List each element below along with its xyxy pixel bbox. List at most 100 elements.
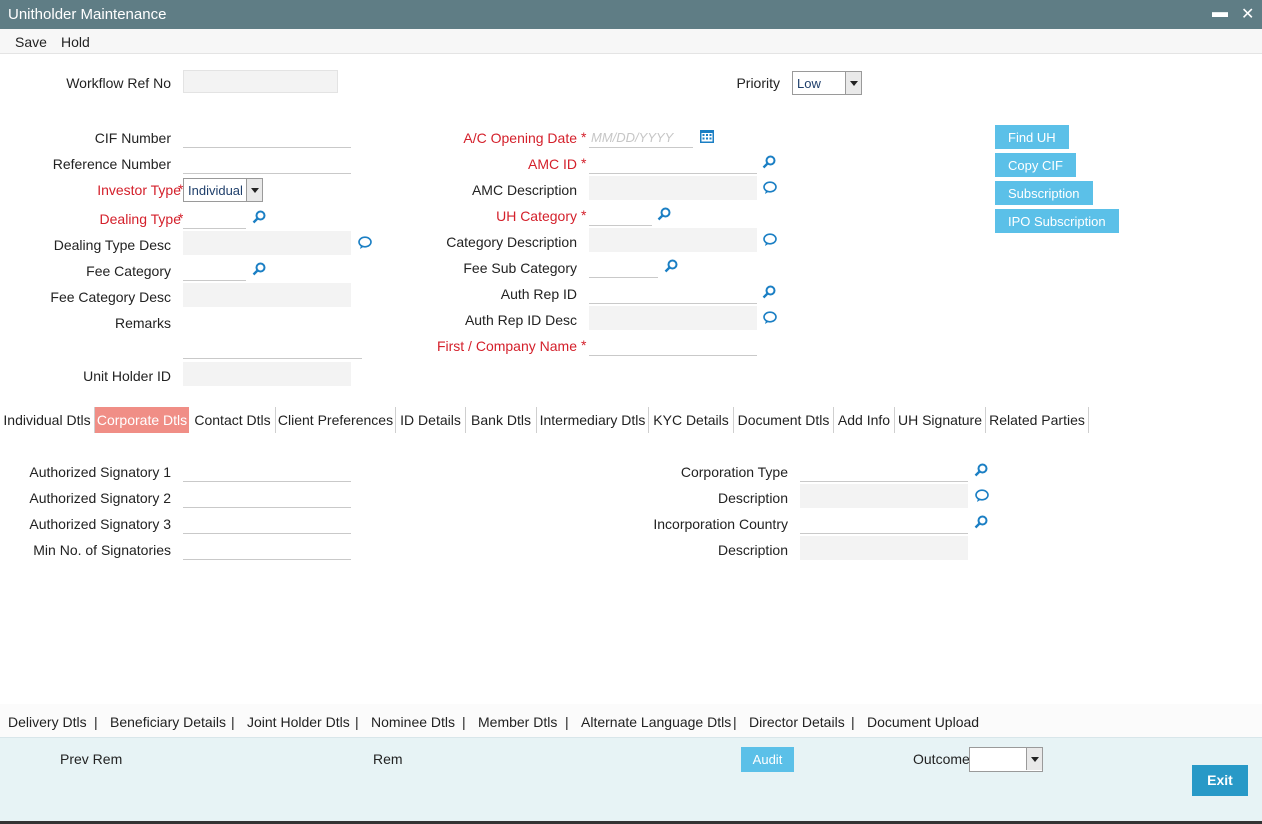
country-description-field <box>800 536 968 560</box>
director-details-link[interactable]: Director Details <box>749 714 845 730</box>
first-company-name-input[interactable] <box>589 332 757 356</box>
authorized-signatory-2-input[interactable] <box>183 484 351 508</box>
dealing-type-label: Dealing Type <box>99 211 181 227</box>
footer-panel: Prev Rem Rem Audit Outcome Exit <box>0 737 1262 824</box>
alternate-language-dtls-link[interactable]: Alternate Language Dtls <box>581 714 731 730</box>
description-icon[interactable] <box>762 180 778 196</box>
calendar-icon[interactable] <box>699 128 715 144</box>
window-titlebar: Unitholder Maintenance ▬ ✕ <box>0 0 1262 29</box>
dealing-type-input[interactable] <box>183 205 246 229</box>
cif-number-input[interactable] <box>183 124 351 148</box>
auth-rep-id-desc-field <box>589 306 757 330</box>
link-separator: | <box>565 714 569 730</box>
minimize-icon[interactable]: ▬ <box>1212 4 1228 22</box>
description-icon[interactable] <box>974 488 990 504</box>
category-description-field <box>589 228 757 252</box>
description-icon[interactable] <box>762 232 778 248</box>
min-signatories-input[interactable] <box>183 536 351 560</box>
uh-category-input[interactable] <box>589 202 652 226</box>
fee-category-input[interactable] <box>183 257 246 281</box>
tab-individual-dtls[interactable]: Individual Dtls <box>0 407 95 433</box>
link-separator: | <box>851 714 855 730</box>
uh-category-label: UH Category <box>496 208 577 224</box>
close-icon[interactable]: ✕ <box>1241 4 1254 24</box>
link-separator: | <box>94 714 98 730</box>
copy-cif-button[interactable]: Copy CIF <box>995 153 1076 177</box>
subscription-button[interactable]: Subscription <box>995 181 1093 205</box>
date-placeholder: MM/DD/YYYY <box>591 130 674 145</box>
search-icon[interactable] <box>251 261 267 277</box>
reference-number-input[interactable] <box>183 150 351 174</box>
delivery-dtls-link[interactable]: Delivery Dtls <box>8 714 87 730</box>
unit-holder-id-label: Unit Holder ID <box>83 368 171 384</box>
authorized-signatory-2-label: Authorized Signatory 2 <box>29 490 171 506</box>
corporation-description-label: Description <box>717 490 788 506</box>
corporation-type-input[interactable] <box>800 458 968 482</box>
description-icon[interactable] <box>357 235 373 251</box>
tab-client-preferences[interactable]: Client Preferences <box>276 407 396 433</box>
tab-add-info[interactable]: Add Info <box>834 407 895 433</box>
authorized-signatory-1-input[interactable] <box>183 458 351 482</box>
member-dtls-link[interactable]: Member Dtls <box>478 714 557 730</box>
audit-button[interactable]: Audit <box>741 747 794 772</box>
fee-category-desc-label: Fee Category Desc <box>50 289 171 305</box>
chevron-down-icon <box>1026 748 1042 770</box>
ac-opening-date-label: A/C Opening Date <box>463 130 577 146</box>
chevron-down-icon <box>845 72 861 94</box>
description-icon[interactable] <box>762 310 778 326</box>
tab-kyc-details[interactable]: KYC Details <box>649 407 734 433</box>
amc-description-label: AMC Description <box>471 182 577 198</box>
corporation-type-label: Corporation Type <box>680 464 788 480</box>
search-icon[interactable] <box>761 284 777 300</box>
authorized-signatory-3-input[interactable] <box>183 510 351 534</box>
dealing-type-desc-label: Dealing Type Desc <box>53 237 171 253</box>
fee-sub-category-input[interactable] <box>589 254 658 278</box>
search-icon[interactable] <box>973 514 989 530</box>
investor-type-value: Individual <box>188 183 243 198</box>
priority-value: Low <box>797 76 821 91</box>
tab-id-details[interactable]: ID Details <box>396 407 466 433</box>
window-title: Unitholder Maintenance <box>8 6 167 23</box>
search-icon[interactable] <box>973 462 989 478</box>
incorporation-country-input[interactable] <box>800 510 968 534</box>
find-uh-button[interactable]: Find UH <box>995 125 1069 149</box>
search-icon[interactable] <box>656 206 672 222</box>
beneficiary-details-link[interactable]: Beneficiary Details <box>110 714 226 730</box>
required-asterisk: * <box>581 129 587 145</box>
nominee-dtls-link[interactable]: Nominee Dtls <box>371 714 455 730</box>
remarks-textarea[interactable] <box>183 311 362 359</box>
remarks-label: Remarks <box>114 315 171 331</box>
fee-category-desc-field <box>183 283 351 307</box>
document-upload-link[interactable]: Document Upload <box>867 714 979 730</box>
hold-menu-item[interactable]: Hold <box>61 34 90 50</box>
auth-rep-id-input[interactable] <box>589 280 757 304</box>
tab-related-parties[interactable]: Related Parties <box>986 407 1089 433</box>
tab-contact-dtls[interactable]: Contact Dtls <box>190 407 276 433</box>
workflow-ref-field[interactable] <box>183 70 338 93</box>
tab-bank-dtls[interactable]: Bank Dtls <box>466 407 537 433</box>
investor-type-select[interactable]: Individual <box>183 178 263 202</box>
priority-select[interactable]: Low <box>792 71 862 95</box>
required-asterisk: * <box>581 207 587 223</box>
tab-uh-signature[interactable]: UH Signature <box>895 407 986 433</box>
unit-holder-id-field <box>183 362 351 386</box>
search-icon[interactable] <box>663 258 679 274</box>
save-menu-item[interactable]: Save <box>15 34 47 50</box>
priority-label: Priority <box>736 75 780 91</box>
tab-intermediary-dtls[interactable]: Intermediary Dtls <box>537 407 649 433</box>
menu-bar: Save Hold <box>0 29 1262 54</box>
exit-button[interactable]: Exit <box>1192 765 1248 796</box>
outcome-label: Outcome <box>913 751 970 767</box>
authorized-signatory-3-label: Authorized Signatory 3 <box>29 516 171 532</box>
amc-id-input[interactable] <box>589 150 757 174</box>
link-separator: | <box>733 714 737 730</box>
tab-document-dtls[interactable]: Document Dtls <box>734 407 834 433</box>
ipo-subscription-button[interactable]: IPO Subscription <box>995 209 1119 233</box>
joint-holder-dtls-link[interactable]: Joint Holder Dtls <box>247 714 350 730</box>
outcome-select[interactable] <box>969 747 1043 772</box>
prev-rem-label: Prev Rem <box>60 751 123 767</box>
search-icon[interactable] <box>761 154 777 170</box>
tab-corporate-dtls[interactable]: Corporate Dtls <box>95 407 190 433</box>
rem-label: Rem <box>373 751 403 767</box>
search-icon[interactable] <box>251 209 267 225</box>
